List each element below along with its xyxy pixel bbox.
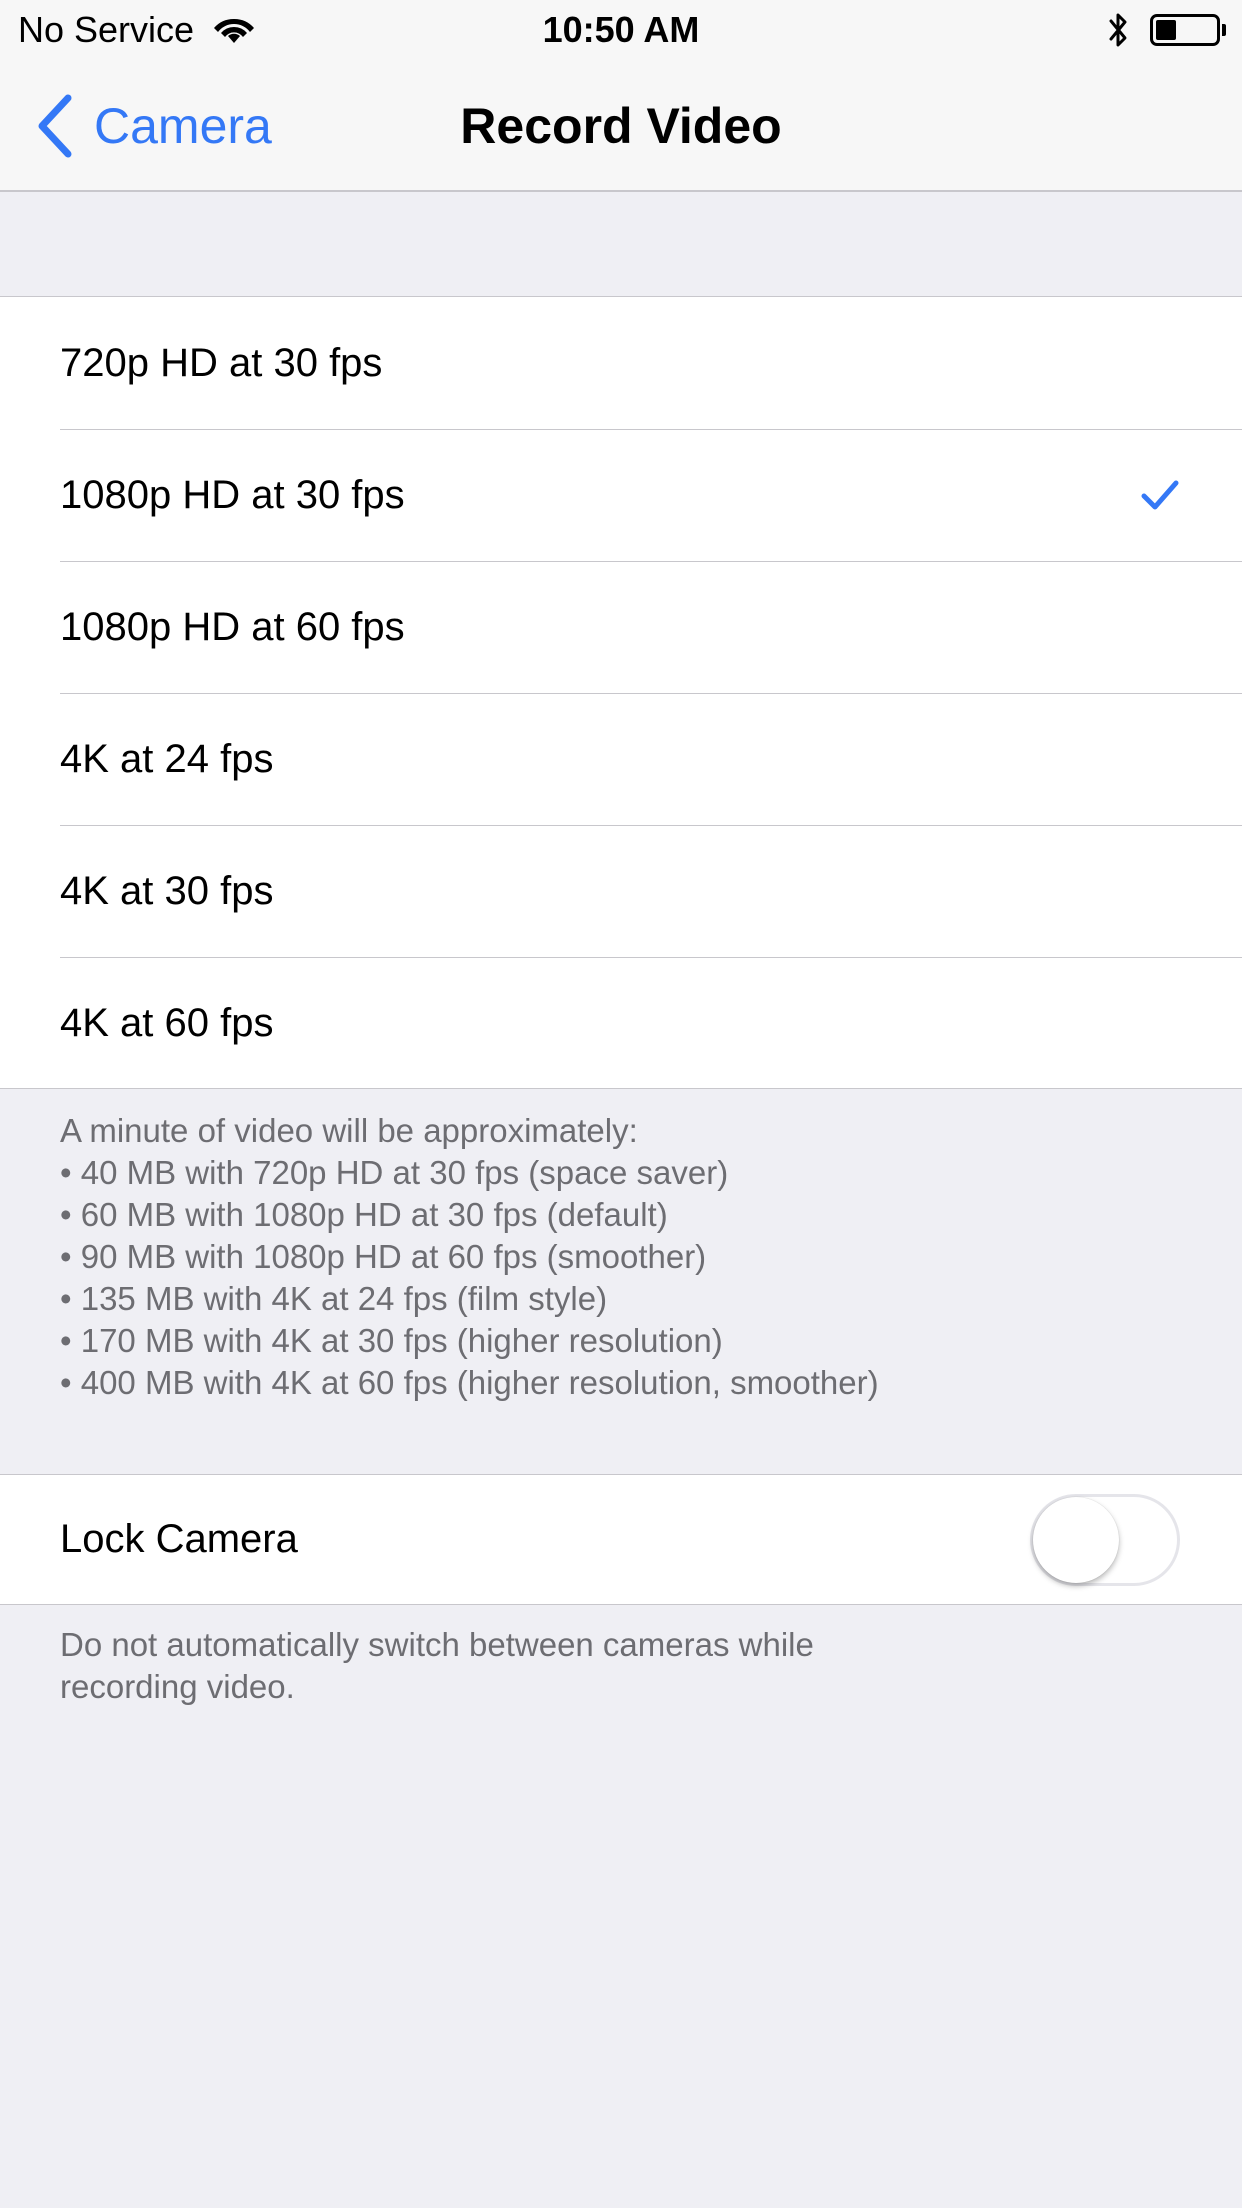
battery-tip (1222, 24, 1226, 36)
status-time: 10:50 AM (542, 9, 700, 50)
toggle-knob (1033, 1496, 1119, 1583)
video-format-list: 720p HD at 30 fps 1080p HD at 30 fps 108… (0, 296, 1242, 1089)
footnote-line: • 40 MB with 720p HD at 30 fps (space sa… (60, 1154, 729, 1191)
footnote-line: • 60 MB with 1080p HD at 30 fps (default… (60, 1196, 668, 1233)
footnote-intro: A minute of video will be approximately: (60, 1112, 638, 1149)
format-option-label: 1080p HD at 30 fps (60, 472, 405, 517)
lock-camera-group: Lock Camera (0, 1474, 1242, 1605)
format-option-1080p-60[interactable]: 1080p HD at 60 fps (0, 561, 1242, 693)
format-option-label: 1080p HD at 60 fps (60, 604, 405, 649)
page-title: Record Video (460, 98, 782, 154)
navigation-bar: Camera Record Video (0, 60, 1242, 192)
status-right (1106, 8, 1226, 52)
lock-camera-footnote: Do not automatically switch between came… (60, 1624, 1160, 1708)
format-option-720p-30[interactable]: 720p HD at 30 fps (0, 297, 1242, 429)
checkmark-icon (1141, 480, 1179, 510)
footnote-line: • 90 MB with 1080p HD at 60 fps (smoothe… (60, 1238, 707, 1275)
format-option-4k-24[interactable]: 4K at 24 fps (0, 693, 1242, 825)
lock-camera-row: Lock Camera (0, 1475, 1242, 1604)
status-bar: No Service 10:50 AM (0, 0, 1242, 60)
lock-camera-toggle[interactable] (1030, 1493, 1180, 1586)
format-option-label: 720p HD at 30 fps (60, 340, 383, 385)
lock-camera-label: Lock Camera (60, 1517, 298, 1561)
format-option-4k-60[interactable]: 4K at 60 fps (0, 957, 1242, 1089)
battery-level (1156, 20, 1176, 40)
format-size-footnote: A minute of video will be approximately:… (60, 1110, 1160, 1404)
footnote-line: • 170 MB with 4K at 30 fps (higher resol… (60, 1322, 723, 1359)
bluetooth-icon (1109, 13, 1127, 47)
footnote-line: • 135 MB with 4K at 24 fps (film style) (60, 1280, 608, 1317)
format-option-1080p-30[interactable]: 1080p HD at 30 fps (0, 429, 1242, 561)
footnote-line: • 400 MB with 4K at 60 fps (higher resol… (60, 1364, 879, 1401)
footnote-line: recording video. (60, 1668, 295, 1705)
format-option-4k-30[interactable]: 4K at 30 fps (0, 825, 1242, 957)
footnote-line: Do not automatically switch between came… (60, 1626, 814, 1663)
battery-icon (1150, 14, 1220, 46)
format-option-label: 4K at 24 fps (60, 736, 274, 781)
format-option-label: 4K at 60 fps (60, 1000, 274, 1045)
format-option-label: 4K at 30 fps (60, 868, 274, 913)
